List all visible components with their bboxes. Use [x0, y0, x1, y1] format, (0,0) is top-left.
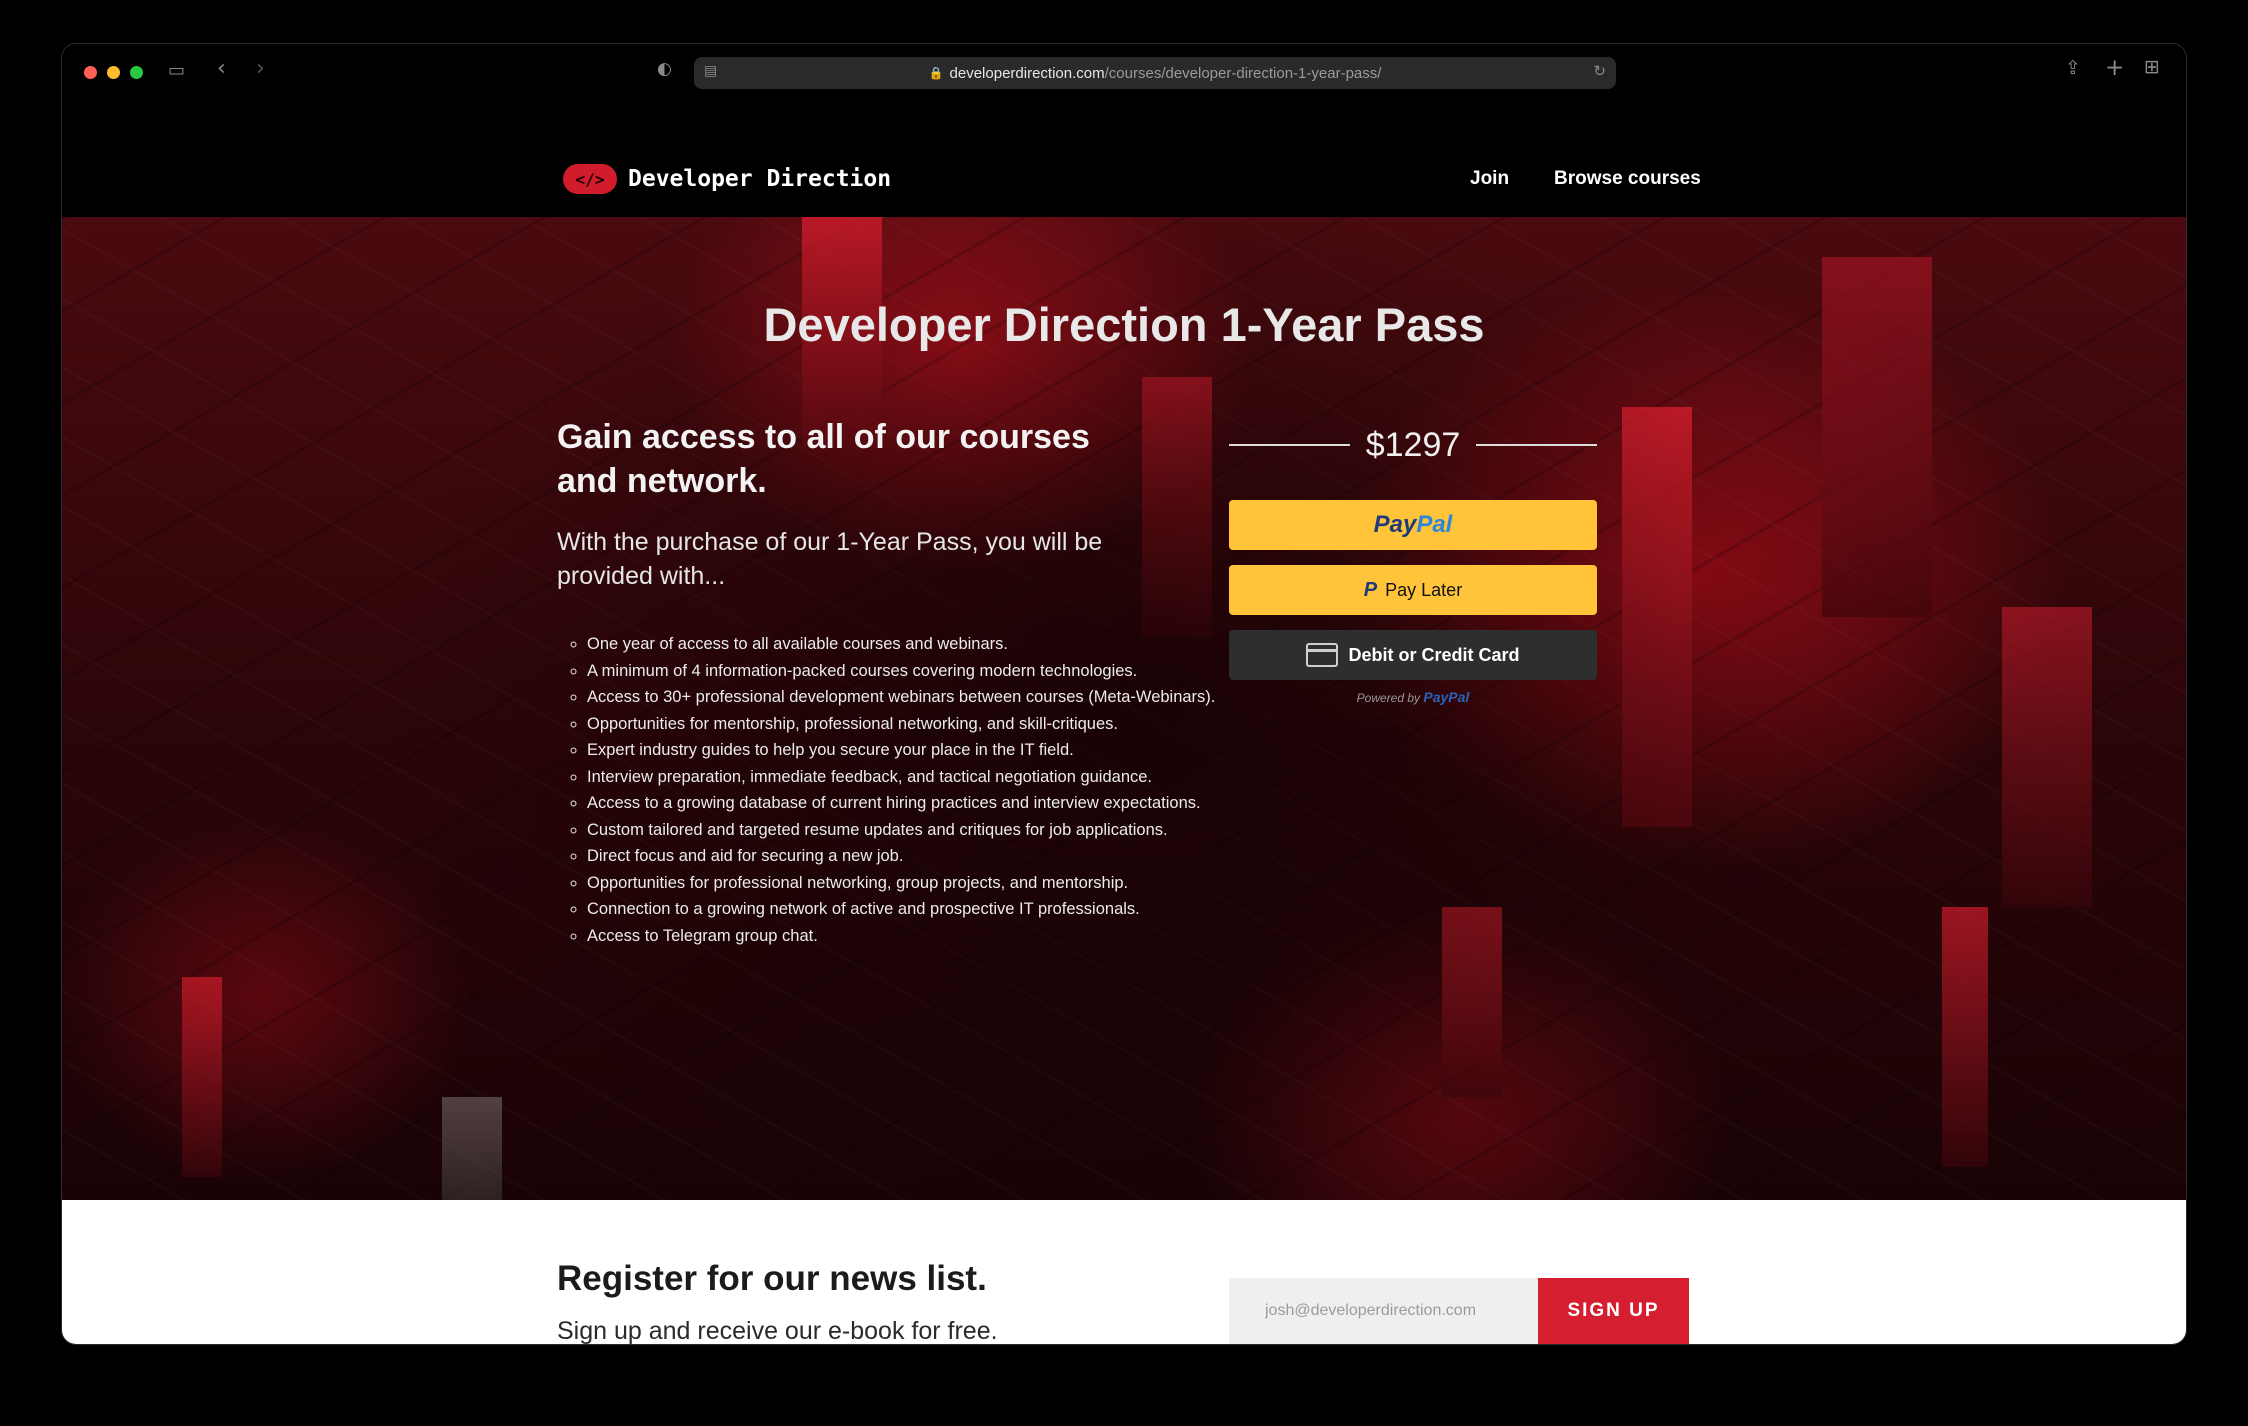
- site-header: </> Developer Direction Join Browse cour…: [62, 100, 2186, 217]
- hero-section: Developer Direction 1-Year Pass Gain acc…: [62, 217, 2186, 1200]
- tab-overview-icon[interactable]: ⊞: [2144, 56, 2160, 78]
- logo-text[interactable]: Developer Direction: [628, 164, 891, 194]
- browser-window: ▭ ‹ › ◐ ▤ 🔒 developerdirection.com /cour…: [62, 44, 2186, 1344]
- privacy-shield-icon[interactable]: ◐: [657, 59, 672, 79]
- zoom-window-button[interactable]: [130, 66, 143, 79]
- benefit-item: Connection to a growing network of activ…: [587, 896, 1307, 923]
- browser-toolbar: ▭ ‹ › ◐ ▤ 🔒 developerdirection.com /cour…: [62, 44, 2186, 100]
- price-divider-right: [1476, 444, 1598, 446]
- benefit-item: Access to 30+ professional development w…: [587, 684, 1307, 711]
- benefit-item: Opportunities for professional networkin…: [587, 870, 1307, 897]
- benefit-item: Direct focus and aid for securing a new …: [587, 843, 1307, 870]
- window-controls: [84, 66, 143, 79]
- benefit-item: Interview preparation, immediate feedbac…: [587, 764, 1307, 791]
- newsletter-title: Register for our news list.: [557, 1259, 987, 1298]
- reload-icon[interactable]: ↻: [1593, 62, 1606, 80]
- forward-chevron-icon[interactable]: ›: [256, 56, 265, 81]
- price-divider-left: [1229, 444, 1350, 446]
- pay-later-label: Pay Later: [1385, 579, 1463, 600]
- nav-join-link[interactable]: Join: [1470, 166, 1509, 192]
- logo-badge[interactable]: </>: [563, 164, 617, 194]
- benefit-item: Access to a growing database of current …: [587, 790, 1307, 817]
- powered-by-paypal: Powered by PayPal: [1356, 689, 1470, 705]
- sidebar-toggle-icon[interactable]: ▭: [168, 60, 185, 81]
- card-button-label: Debit or Credit Card: [1348, 644, 1520, 665]
- price: $1297: [1365, 426, 1461, 464]
- benefit-item: Expert industry guides to help you secur…: [587, 737, 1307, 764]
- paypal-p-icon: P: [1363, 578, 1378, 601]
- paypal-wordmark: PayPal: [1423, 689, 1470, 705]
- newsletter-section: Register for our news list. Sign up and …: [62, 1200, 2186, 1344]
- pay-later-button[interactable]: P Pay Later: [1229, 565, 1597, 615]
- reader-icon[interactable]: ▤: [704, 63, 717, 79]
- paypal-logo: PayPal: [1373, 511, 1453, 538]
- address-bar[interactable]: ▤ 🔒 developerdirection.com /courses/deve…: [694, 57, 1616, 89]
- benefits-list: One year of access to all available cour…: [557, 631, 1307, 949]
- paypal-button[interactable]: PayPal: [1229, 500, 1597, 550]
- sign-up-button[interactable]: SIGN UP: [1538, 1278, 1689, 1344]
- page-title: Developer Direction 1-Year Pass: [763, 298, 1485, 351]
- benefit-item: Opportunities for mentorship, profession…: [587, 711, 1307, 738]
- email-field[interactable]: [1229, 1278, 1538, 1344]
- hero-heading: Gain access to all of our courses and ne…: [557, 418, 1090, 500]
- url-path: /courses/developer-direction-1-year-pass…: [1104, 64, 1382, 82]
- url-domain: developerdirection.com: [949, 64, 1105, 82]
- benefit-item: One year of access to all available cour…: [587, 631, 1307, 658]
- debit-credit-card-button[interactable]: Debit or Credit Card: [1229, 630, 1597, 680]
- hero-lead: With the purchase of our 1-Year Pass, yo…: [557, 528, 1103, 590]
- benefit-item: Access to Telegram group chat.: [587, 923, 1307, 950]
- credit-card-icon: [1306, 643, 1339, 667]
- benefit-item: A minimum of 4 information-packed course…: [587, 658, 1307, 685]
- newsletter-subtitle: Sign up and receive our e-book for free.: [557, 1317, 998, 1344]
- benefit-item: Custom tailored and targeted resume upda…: [587, 817, 1307, 844]
- share-icon[interactable]: ⇪: [2065, 57, 2081, 79]
- close-window-button[interactable]: [84, 66, 97, 79]
- new-tab-icon[interactable]: +: [2105, 55, 2124, 81]
- price-block: $1297: [1229, 419, 1598, 471]
- minimize-window-button[interactable]: [107, 66, 120, 79]
- lock-icon: 🔒: [928, 66, 944, 80]
- back-chevron-icon[interactable]: ‹: [217, 56, 226, 81]
- nav-browse-courses-link[interactable]: Browse courses: [1554, 166, 1701, 192]
